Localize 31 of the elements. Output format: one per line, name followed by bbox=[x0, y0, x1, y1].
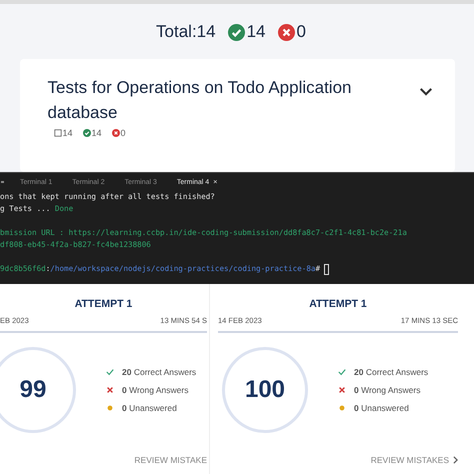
total-count: 14 bbox=[62, 128, 73, 138]
answer-stat: 20 Correct Answers bbox=[354, 367, 428, 377]
answer-stat: 0 Wrong Answers bbox=[122, 385, 188, 395]
cross-icon bbox=[338, 386, 346, 394]
attempt-title: ATTEMPT 1 bbox=[74, 298, 132, 310]
failed-count: 0 bbox=[120, 128, 126, 138]
check-icon bbox=[106, 368, 114, 376]
answer-stat: 0 Wrong Answers bbox=[354, 385, 420, 395]
dot-icon bbox=[338, 404, 346, 412]
error-circle-icon bbox=[278, 24, 294, 40]
review-mistakes-link[interactable]: REVIEW MISTAKE bbox=[134, 455, 207, 465]
attempt-title: ATTEMPT 1 bbox=[309, 298, 367, 310]
answer-stat: 0 Unanswered bbox=[122, 403, 177, 413]
check-icon bbox=[338, 368, 346, 376]
review-mistakes-link[interactable]: REVIEW MISTAKES bbox=[370, 455, 458, 465]
error-circle-icon bbox=[112, 129, 120, 137]
answer-stat: 0 Unanswered bbox=[354, 403, 409, 413]
score-circle: 100 bbox=[222, 347, 308, 433]
cross-icon bbox=[106, 386, 114, 394]
suite-title: Tests for Operations on Todo Application database bbox=[48, 77, 352, 124]
square-icon bbox=[54, 129, 62, 137]
answer-stat: 20 Correct Answers bbox=[122, 367, 196, 377]
check-circle-icon bbox=[82, 129, 91, 137]
score-circle: 99 bbox=[0, 347, 76, 433]
total-count: Total:14 bbox=[156, 22, 216, 42]
dot-icon bbox=[106, 404, 114, 412]
passed-count: 14 bbox=[246, 22, 266, 42]
failed-count: 0 bbox=[296, 22, 306, 42]
chevron-down-icon[interactable] bbox=[418, 87, 432, 96]
passed-count: 14 bbox=[92, 128, 102, 138]
check-circle-icon bbox=[228, 24, 245, 40]
